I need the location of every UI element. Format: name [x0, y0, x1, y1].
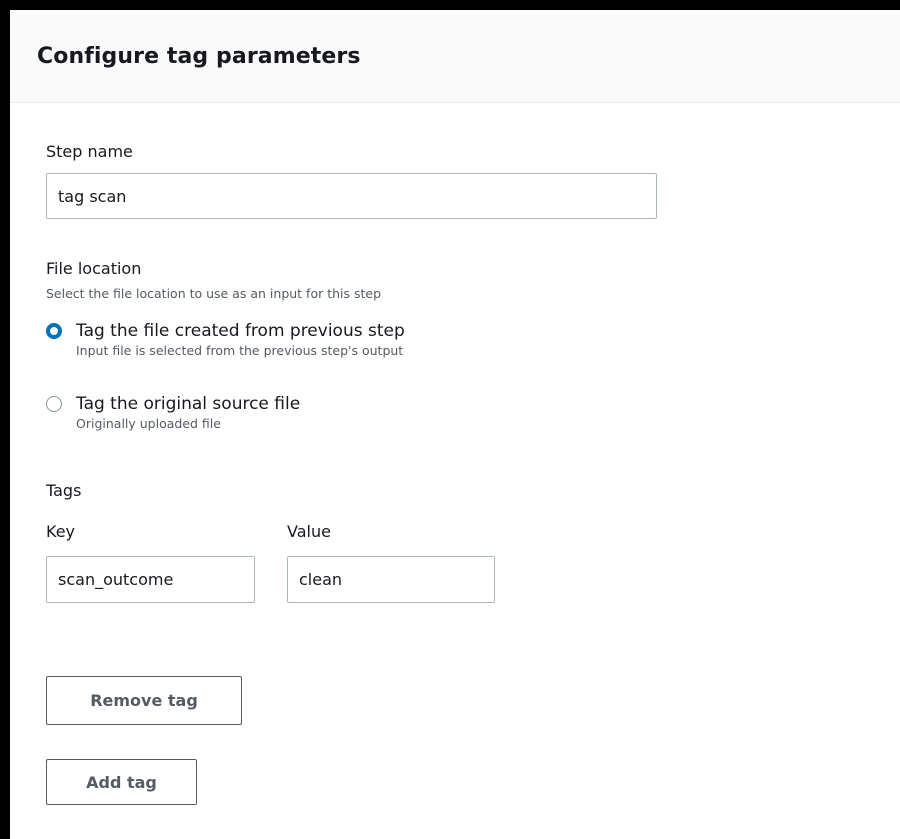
remove-tag-button[interactable]: Remove tag [46, 676, 242, 725]
file-location-label: File location [46, 259, 142, 278]
radio-label-previous-step: Tag the file created from previous step [76, 321, 405, 341]
tag-value-input[interactable] [287, 556, 495, 603]
radio-selected-icon[interactable] [46, 323, 62, 339]
radio-label-original-source: Tag the original source file [76, 394, 301, 414]
panel-header: Configure tag parameters [10, 10, 900, 103]
radio-option-previous-step[interactable]: Tag the file created from previous step … [46, 320, 405, 359]
step-name-input[interactable] [46, 173, 657, 219]
radio-option-original-source[interactable]: Tag the original source file Originally … [46, 393, 300, 432]
file-location-description: Select the file location to use as an in… [46, 286, 382, 301]
configure-tag-panel: Configure tag parameters Step name File … [10, 10, 900, 839]
panel-title: Configure tag parameters [37, 43, 361, 69]
radio-description-original-source: Originally uploaded file [76, 416, 221, 431]
add-tag-button[interactable]: Add tag [46, 759, 197, 805]
tag-key-input[interactable] [46, 556, 255, 603]
radio-unselected-icon[interactable] [46, 396, 62, 412]
radio-description-previous-step: Input file is selected from the previous… [76, 343, 404, 358]
value-column-label: Value [287, 522, 331, 541]
step-name-label: Step name [46, 142, 133, 161]
tags-label: Tags [46, 481, 82, 500]
key-column-label: Key [46, 522, 76, 541]
